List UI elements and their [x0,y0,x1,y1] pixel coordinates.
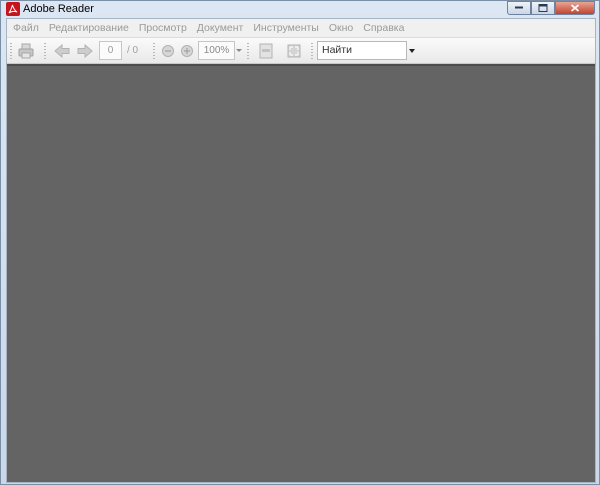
zoom-level-input[interactable]: 100% [198,41,235,60]
document-view-area[interactable] [7,64,595,482]
fit-page-icon [259,43,273,59]
app-client-area: Файл Редактирование Просмотр Документ Ин… [6,18,596,483]
forward-arrow-icon [77,43,93,59]
zoom-out-icon [162,45,174,57]
maximize-button[interactable] [531,1,555,15]
print-button[interactable] [17,42,35,60]
menu-tools[interactable]: Инструменты [253,22,318,34]
close-button[interactable] [555,1,595,15]
window-title: Adobe Reader [23,3,94,15]
menu-view[interactable]: Просмотр [139,22,187,34]
search-dropdown-arrow[interactable] [409,49,415,53]
zoom-dropdown-arrow[interactable] [236,49,242,52]
menu-bar: Файл Редактирование Просмотр Документ Ин… [7,19,595,37]
previous-page-button[interactable] [53,42,71,60]
page-total-label: / 0 [127,45,139,56]
toolbar: 0 / 0 100% Найти [7,37,595,64]
menu-document[interactable]: Документ [197,22,244,34]
menu-edit[interactable]: Редактирование [49,22,129,34]
window-controls [507,1,595,15]
fullscreen-icon [287,44,301,58]
next-page-button[interactable] [76,42,94,60]
menu-window[interactable]: Окно [329,22,353,34]
zoom-in-icon [181,45,193,57]
close-icon [570,4,580,12]
back-arrow-icon [54,43,70,59]
menu-file[interactable]: Файл [13,22,39,34]
app-window: Adobe Reader Файл Редактирование Просмот… [0,0,600,485]
search-input[interactable]: Найти [317,41,407,60]
print-icon [18,43,34,59]
maximize-icon [538,4,548,12]
fullscreen-button[interactable] [285,42,303,60]
page-number-input[interactable]: 0 [99,41,122,60]
zoom-out-button[interactable] [159,42,177,60]
toolbar-grip[interactable] [247,43,249,60]
toolbar-grip[interactable] [10,43,12,60]
minimize-button[interactable] [507,1,531,15]
toolbar-grip[interactable] [311,43,313,60]
minimize-icon [515,6,523,9]
menu-help[interactable]: Справка [363,22,404,34]
adobe-reader-logo-icon [6,2,20,16]
title-bar[interactable]: Adobe Reader [1,1,599,18]
fit-page-button[interactable] [257,42,275,60]
toolbar-grip[interactable] [153,43,155,60]
toolbar-grip[interactable] [44,43,46,60]
zoom-in-button[interactable] [178,42,196,60]
